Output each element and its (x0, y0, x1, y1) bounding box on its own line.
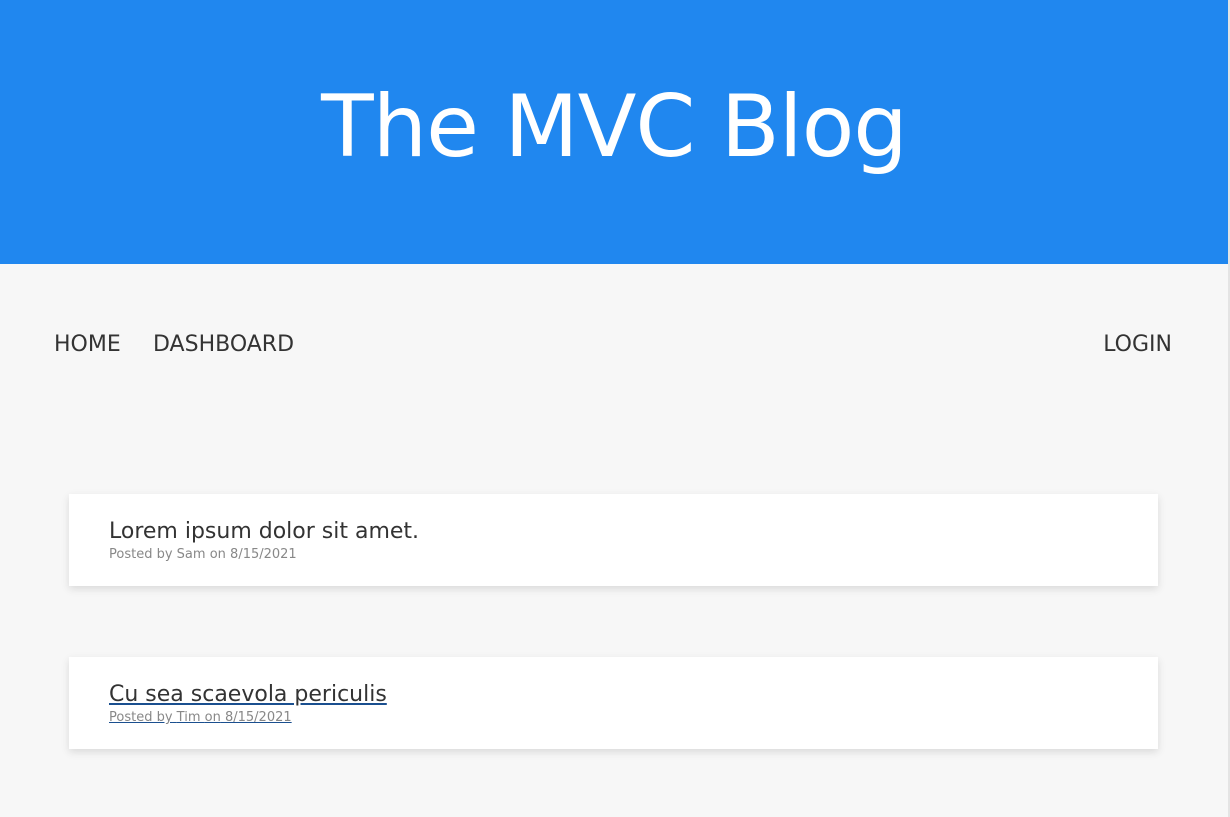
post-title: Cu sea scaevola periculis (109, 682, 387, 707)
post-meta: Posted by Tim on 8/15/2021 (109, 709, 387, 726)
post-author: Tim (176, 710, 201, 725)
nav-login-link[interactable]: LOGIN (1103, 332, 1172, 357)
nav-home-link[interactable]: HOME (54, 332, 121, 357)
post-card: Cu sea scaevola periculis Posted by Tim … (69, 657, 1158, 749)
post-date: 8/15/2021 (230, 547, 297, 562)
post-meta: Posted by Sam on 8/15/2021 (109, 546, 419, 563)
page: The MVC Blog HOME DASHBOARD LOGIN Lorem … (0, 0, 1230, 817)
posted-by-label: Posted by (109, 547, 173, 562)
post-date: 8/15/2021 (224, 710, 292, 725)
post-author: Sam (176, 547, 206, 562)
post-title: Lorem ipsum dolor sit amet. (109, 519, 420, 544)
site-title: The MVC Blog (321, 77, 908, 177)
post-card: Lorem ipsum dolor sit amet. Posted by Sa… (69, 494, 1158, 586)
post-link[interactable]: Lorem ipsum dolor sit amet. Posted by Sa… (109, 518, 419, 563)
posted-by-label: Posted by (109, 710, 173, 725)
site-header: The MVC Blog (0, 0, 1228, 264)
date-prefix: on (209, 547, 226, 562)
post-link[interactable]: Cu sea scaevola periculis Posted by Tim … (109, 681, 387, 726)
nav-dashboard-link[interactable]: DASHBOARD (153, 332, 294, 357)
date-prefix: on (204, 710, 221, 725)
